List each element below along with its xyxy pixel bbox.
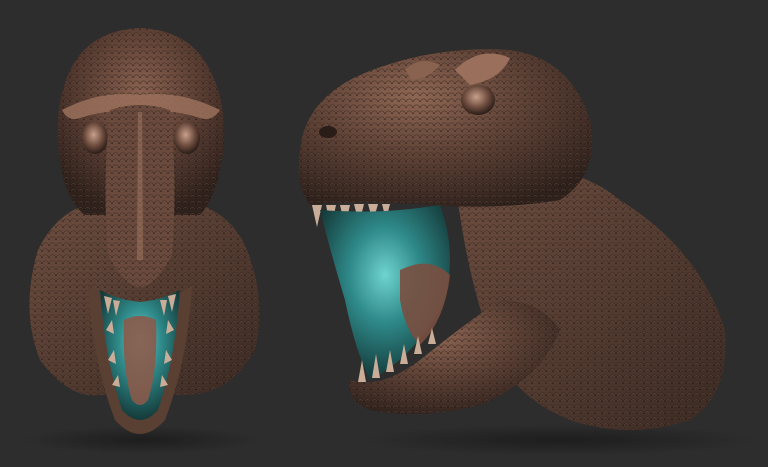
right-eye [174, 122, 200, 154]
side-view-head [298, 49, 760, 456]
render-viewport [0, 0, 768, 467]
sculpt-render [22, 28, 760, 456]
side-eye [461, 85, 495, 115]
left-eye [82, 122, 108, 154]
front-view-head [22, 28, 262, 454]
nostril [319, 126, 337, 138]
